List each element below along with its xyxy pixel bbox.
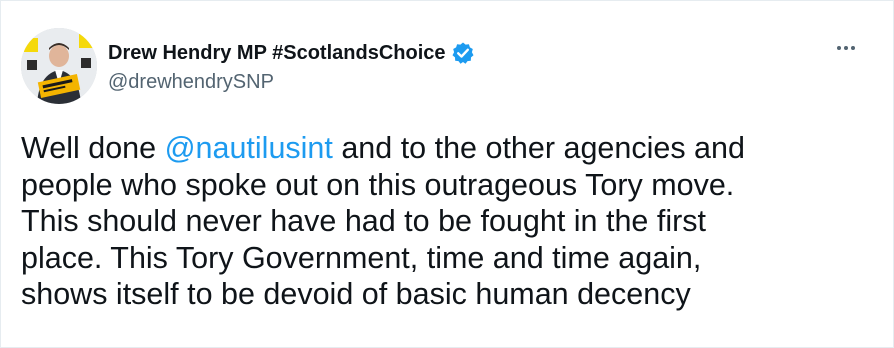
author-handle[interactable]: @drewhendrySNP (108, 71, 475, 94)
author-block: Drew Hendry MP #ScotlandsChoice @drewhen… (108, 40, 475, 94)
tweet-text: Well done @nautilusint and to the other … (21, 130, 881, 313)
tweet-text-line3: This should never have had to be fought … (21, 204, 706, 238)
more-horizontal-icon[interactable] (831, 38, 861, 58)
verified-badge-icon (451, 41, 475, 65)
tweet-text-prefix: Well done (21, 131, 165, 165)
tweet-card: Drew Hendry MP #ScotlandsChoice @drewhen… (0, 0, 894, 348)
author-display-name[interactable]: Drew Hendry MP #ScotlandsChoice (108, 42, 446, 65)
avatar-photo (21, 28, 97, 104)
author-name-row: Drew Hendry MP #ScotlandsChoice (108, 40, 475, 66)
more-dot (837, 46, 841, 50)
more-dot (844, 46, 848, 50)
tweet-text-line5: shows itself to be devoid of basic human… (21, 277, 691, 311)
tweet-text-line2: people who spoke out on this outrageous … (21, 167, 735, 202)
tweet-text-line1-rest: and to the other agencies and (332, 131, 745, 165)
tweet-header: Drew Hendry MP #ScotlandsChoice @drewhen… (21, 28, 873, 104)
avatar[interactable] (21, 28, 97, 104)
tweet-text-line4: place. This Tory Government, time and ti… (21, 240, 702, 275)
mention-link[interactable]: @nautilusint (165, 131, 333, 165)
more-dot (851, 46, 855, 50)
